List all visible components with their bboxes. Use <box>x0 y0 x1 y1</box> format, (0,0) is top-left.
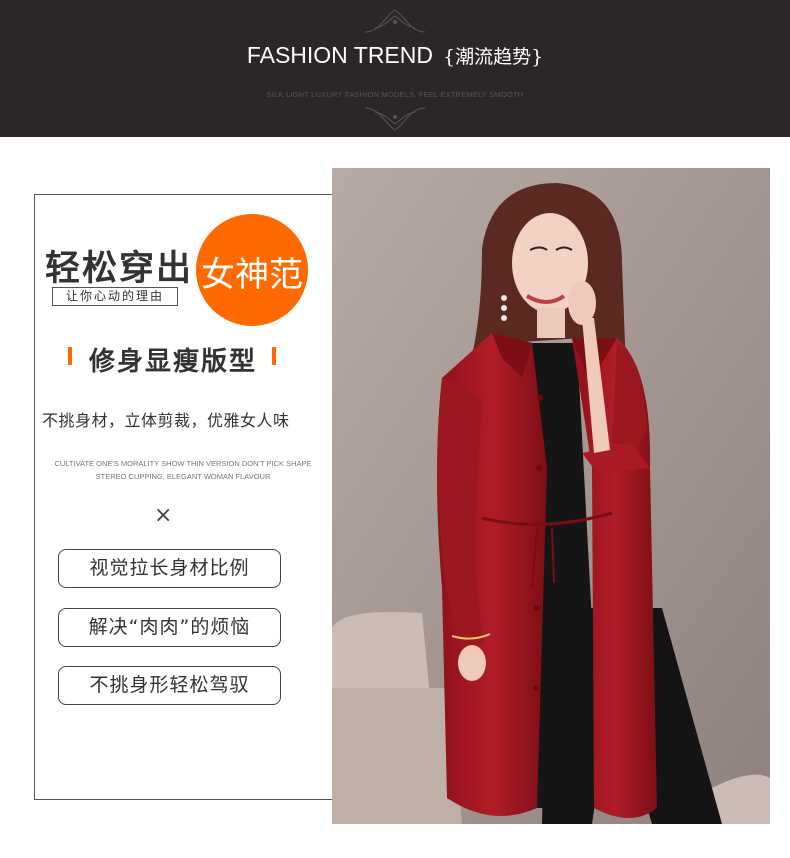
feature-pill: 解决“肉肉”的烦恼 <box>58 608 281 647</box>
ornament-top-icon <box>364 9 426 33</box>
english-line-2: STEREO CUPPING, ELEGANT WOMAN FLAVOUR <box>95 472 271 481</box>
english-line-1: CULTIVATE ONE'S MORALITY SHOW THIN VERSI… <box>54 459 312 468</box>
badge: 女神范 <box>196 214 308 326</box>
header-banner: FASHION TREND {潮流趋势} SILK LIGHT LUXURY FA… <box>0 0 790 137</box>
banner-subtitle: SILK LIGHT LUXURY FASHION MODELS, FEEL E… <box>266 90 524 99</box>
model-illustration <box>332 168 770 824</box>
badge-label: 女神范 <box>201 255 303 295</box>
banner-title-cn: {潮流趋势} <box>442 46 544 68</box>
banner-title: FASHION TREND {潮流趋势} <box>0 42 790 69</box>
accent-bar-left <box>68 347 72 365</box>
accent-bar-right <box>272 347 276 365</box>
description: 不挑身材，立体剪裁，优雅女人味 <box>42 411 290 430</box>
banner-title-en: FASHION TREND <box>246 42 433 68</box>
headline: 轻松穿出 <box>45 249 194 289</box>
feature-pill: 视觉拉长身材比例 <box>58 549 281 588</box>
tagline: 让你心动的理由 <box>52 287 178 306</box>
model-photo <box>332 168 770 824</box>
section-title: 修身显瘦版型 <box>89 347 258 377</box>
separator-icon: × <box>154 503 173 528</box>
ornament-bottom-icon <box>364 107 426 131</box>
feature-pill: 不挑身形轻松驾驭 <box>58 666 281 705</box>
